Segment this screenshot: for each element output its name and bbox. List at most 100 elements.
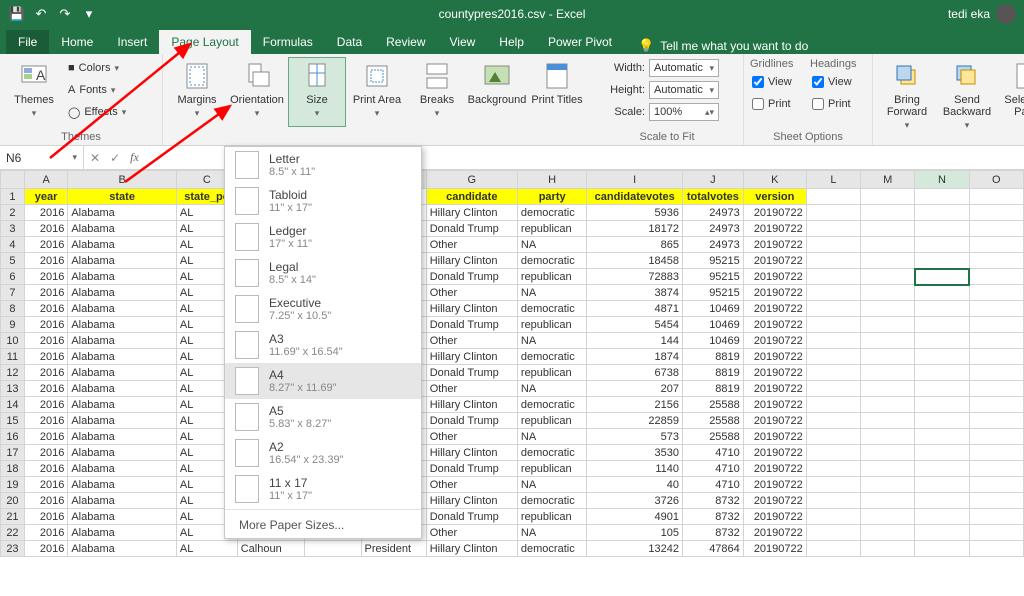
effects-button[interactable]: ◯ Effects ▾ <box>66 102 156 122</box>
cell[interactable] <box>861 333 915 349</box>
cell[interactable] <box>969 429 1023 445</box>
column-header[interactable]: H <box>517 171 587 189</box>
cell[interactable]: 40 <box>587 477 683 493</box>
cell[interactable]: 2016 <box>24 333 67 349</box>
cell[interactable] <box>806 301 860 317</box>
header-cell[interactable]: state <box>68 189 177 205</box>
cell[interactable] <box>969 525 1023 541</box>
cell[interactable]: 20190722 <box>743 461 806 477</box>
cell[interactable]: 20190722 <box>743 317 806 333</box>
cell[interactable]: Alabama <box>68 253 177 269</box>
cell[interactable] <box>806 525 860 541</box>
cell[interactable]: Alabama <box>68 525 177 541</box>
cell[interactable]: 24973 <box>682 205 743 221</box>
cell[interactable] <box>969 333 1023 349</box>
cell[interactable]: 144 <box>587 333 683 349</box>
cell[interactable]: 20190722 <box>743 285 806 301</box>
print-titles-button[interactable]: Print Titles <box>529 58 585 126</box>
row-header[interactable]: 2 <box>1 205 25 221</box>
tab-formulas[interactable]: Formulas <box>251 30 325 54</box>
column-header[interactable]: L <box>806 171 860 189</box>
cell[interactable]: NA <box>517 237 587 253</box>
cell[interactable]: republican <box>517 365 587 381</box>
cell[interactable] <box>915 381 969 397</box>
cell[interactable] <box>969 205 1023 221</box>
cell[interactable] <box>861 221 915 237</box>
cell[interactable] <box>861 285 915 301</box>
cell[interactable] <box>861 237 915 253</box>
column-header[interactable]: G <box>426 171 517 189</box>
row-header[interactable]: 8 <box>1 301 25 317</box>
cell[interactable]: 8732 <box>682 509 743 525</box>
cell[interactable]: Alabama <box>68 493 177 509</box>
cell[interactable]: NA <box>517 381 587 397</box>
cell[interactable] <box>861 381 915 397</box>
cell[interactable]: 95215 <box>682 285 743 301</box>
cell[interactable]: 2016 <box>24 477 67 493</box>
cell[interactable]: 4710 <box>682 461 743 477</box>
cell[interactable]: 18172 <box>587 221 683 237</box>
row-header[interactable]: 23 <box>1 541 25 557</box>
cell[interactable] <box>806 317 860 333</box>
row-header[interactable]: 20 <box>1 493 25 509</box>
cell[interactable]: Other <box>426 381 517 397</box>
column-header[interactable]: O <box>969 171 1023 189</box>
cell[interactable]: 10469 <box>682 317 743 333</box>
cell[interactable]: democratic <box>517 205 587 221</box>
cell[interactable]: Alabama <box>68 221 177 237</box>
cell[interactable] <box>915 541 969 557</box>
cell[interactable]: 25588 <box>682 397 743 413</box>
size-option-tabloid[interactable]: Tabloid11" x 17" <box>225 183 421 219</box>
cell[interactable] <box>969 461 1023 477</box>
header-cell[interactable] <box>915 189 969 205</box>
redo-icon[interactable]: ↷ <box>54 3 76 25</box>
cell[interactable]: NA <box>517 429 587 445</box>
tab-power-pivot[interactable]: Power Pivot <box>536 30 624 54</box>
cell[interactable] <box>861 269 915 285</box>
cell[interactable] <box>806 461 860 477</box>
cell[interactable]: 24973 <box>682 237 743 253</box>
cell[interactable]: republican <box>517 317 587 333</box>
user-name[interactable]: tedi eka <box>948 7 990 21</box>
breaks-button[interactable]: Breaks▾ <box>409 58 465 126</box>
row-header[interactable]: 21 <box>1 509 25 525</box>
cell[interactable]: republican <box>517 509 587 525</box>
cell[interactable]: 2016 <box>24 413 67 429</box>
size-option-a5[interactable]: A55.83" x 8.27" <box>225 399 421 435</box>
cell[interactable]: republican <box>517 413 587 429</box>
more-paper-sizes[interactable]: More Paper Sizes... <box>225 512 421 538</box>
cell[interactable]: Alabama <box>68 413 177 429</box>
cell[interactable]: Donald Trump <box>426 365 517 381</box>
cell[interactable] <box>969 397 1023 413</box>
cell[interactable] <box>305 541 361 557</box>
cell[interactable] <box>915 301 969 317</box>
cancel-icon[interactable]: ✕ <box>90 151 100 165</box>
cell[interactable]: 105 <box>587 525 683 541</box>
row-header[interactable]: 6 <box>1 269 25 285</box>
orientation-button[interactable]: Orientation▾ <box>229 58 285 126</box>
size-option-ledger[interactable]: Ledger17" x 11" <box>225 219 421 255</box>
cell[interactable]: 2016 <box>24 205 67 221</box>
cell[interactable] <box>861 205 915 221</box>
cell[interactable] <box>861 429 915 445</box>
cell[interactable]: Alabama <box>68 477 177 493</box>
cell[interactable]: 8819 <box>682 365 743 381</box>
cell[interactable] <box>861 477 915 493</box>
cell[interactable]: 2016 <box>24 301 67 317</box>
cell[interactable]: 20190722 <box>743 413 806 429</box>
row-header[interactable]: 5 <box>1 253 25 269</box>
tab-help[interactable]: Help <box>487 30 536 54</box>
cell[interactable] <box>915 317 969 333</box>
cell[interactable]: Donald Trump <box>426 413 517 429</box>
cell[interactable]: Hillary Clinton <box>426 349 517 365</box>
row-header[interactable]: 13 <box>1 381 25 397</box>
cell[interactable]: Donald Trump <box>426 317 517 333</box>
cell[interactable] <box>861 525 915 541</box>
qat-customize-icon[interactable]: ▾ <box>78 3 100 25</box>
cell[interactable] <box>915 333 969 349</box>
cell[interactable]: 3530 <box>587 445 683 461</box>
column-header[interactable]: J <box>682 171 743 189</box>
cell[interactable] <box>915 349 969 365</box>
cell[interactable]: NA <box>517 333 587 349</box>
cell[interactable]: 95215 <box>682 269 743 285</box>
